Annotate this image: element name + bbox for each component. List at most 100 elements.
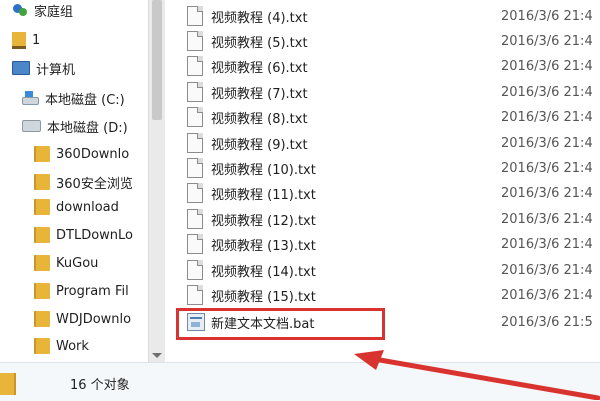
text-file-icon (187, 82, 203, 102)
expander-icon[interactable] (0, 3, 10, 17)
folder-icon (34, 338, 50, 354)
nav-item-folder[interactable]: Program Fil (0, 279, 148, 303)
text-file-icon (187, 6, 203, 26)
file-name: 视频教程 (7).txt (211, 86, 308, 102)
file-name: 视频教程 (10).txt (211, 162, 316, 178)
text-file-icon (187, 234, 203, 254)
file-row[interactable]: 视频教程 (11).txt 2016/3/6 21:4 (165, 180, 600, 206)
nav-item-label: Work (56, 338, 89, 354)
nav-item-folder[interactable]: WDJDownlo (0, 307, 148, 331)
file-row[interactable]: 视频教程 (6).txt 2016/3/6 21:4 (165, 53, 600, 79)
nav-item-homegroup[interactable]: 家庭组 (0, 0, 148, 22)
expander-icon[interactable] (22, 147, 32, 161)
nav-item-label: 360安全浏览 (56, 176, 133, 192)
nav-item-folder[interactable]: DTLDownLo (0, 223, 148, 247)
file-name: 视频教程 (5).txt (211, 35, 308, 51)
nav-scrollbar[interactable] (148, 0, 165, 362)
expander-icon[interactable] (22, 312, 32, 326)
expander-icon[interactable] (22, 256, 32, 270)
text-file-icon (187, 183, 203, 203)
scroll-down-arrow-icon[interactable] (152, 353, 162, 358)
file-name: 视频教程 (11).txt (211, 187, 316, 203)
navigation-pane: 家庭组 1 计算机 本地磁盘 (C:) 本地磁盘 (D:) 360Downlo … (0, 0, 148, 362)
file-row-bat[interactable]: 新建文本文档.bat 2016/3/6 21:5 (165, 309, 600, 335)
nav-item-drive-d[interactable]: 本地磁盘 (D:) (0, 114, 148, 138)
nav-item-library-1[interactable]: 1 (0, 28, 148, 52)
file-list: 视频教程 (4).txt 2016/3/6 21:4 视频教程 (5).txt … (165, 0, 600, 362)
nav-item-folder[interactable]: Work (0, 334, 148, 358)
file-date: 2016/3/6 21:4 (501, 160, 593, 176)
file-row[interactable]: 视频教程 (12).txt 2016/3/6 21:4 (165, 206, 600, 232)
file-date: 2016/3/6 21:4 (501, 236, 593, 252)
text-file-icon (187, 107, 203, 127)
folder-icon (34, 283, 50, 299)
file-date: 2016/3/6 21:4 (501, 135, 593, 151)
file-date: 2016/3/6 21:4 (501, 287, 593, 303)
batch-file-icon (187, 313, 205, 331)
text-file-icon (187, 133, 203, 153)
nav-item-folder[interactable]: download (0, 195, 148, 219)
file-row[interactable]: 视频教程 (10).txt 2016/3/6 21:4 (165, 155, 600, 181)
folder-icon (34, 174, 50, 190)
nav-item-label: 1 (32, 32, 41, 48)
file-date: 2016/3/6 21:4 (501, 8, 593, 24)
nav-item-folder[interactable]: 360安全浏览 (0, 170, 148, 194)
nav-item-label: 家庭组 (34, 4, 74, 20)
file-row[interactable]: 视频教程 (13).txt 2016/3/6 21:4 (165, 231, 600, 257)
drive-c-icon (22, 91, 39, 105)
folder-icon (34, 227, 50, 243)
nav-item-computer[interactable]: 计算机 (0, 56, 148, 80)
file-name: 视频教程 (14).txt (211, 264, 316, 280)
file-date: 2016/3/6 21:4 (501, 211, 593, 227)
expander-icon[interactable] (22, 228, 32, 242)
drive-d-icon (22, 120, 41, 132)
nav-item-label: 本地磁盘 (D:) (47, 120, 128, 136)
folder-icon (34, 199, 50, 215)
text-file-icon (187, 260, 203, 280)
file-row[interactable]: 视频教程 (14).txt 2016/3/6 21:4 (165, 257, 600, 283)
file-date: 2016/3/6 21:4 (501, 262, 593, 278)
expander-icon[interactable] (10, 91, 20, 105)
file-date: 2016/3/6 21:4 (501, 84, 593, 100)
text-file-icon (187, 285, 203, 305)
nav-item-label: 360Downlo (56, 146, 130, 162)
text-file-icon (187, 158, 203, 178)
file-date: 2016/3/6 21:4 (501, 185, 593, 201)
item-count: 16 个对象 (70, 378, 130, 393)
file-row[interactable]: 视频教程 (7).txt 2016/3/6 21:4 (165, 79, 600, 105)
file-name: 视频教程 (9).txt (211, 137, 308, 153)
file-name: 视频教程 (4).txt (211, 10, 308, 26)
scrollbar-thumb[interactable] (152, 0, 162, 120)
nav-item-drive-c[interactable]: 本地磁盘 (C:) (0, 86, 148, 110)
file-row[interactable]: 视频教程 (9).txt 2016/3/6 21:4 (165, 130, 600, 156)
expander-icon[interactable] (22, 175, 32, 189)
expander-icon[interactable] (22, 200, 32, 214)
homegroup-icon (12, 3, 28, 17)
file-row[interactable]: 视频教程 (5).txt 2016/3/6 21:4 (165, 28, 600, 54)
library-icon (12, 31, 26, 49)
folder-icon (34, 255, 50, 271)
computer-icon (12, 61, 30, 75)
file-date: 2016/3/6 21:4 (501, 58, 593, 74)
nav-item-folder[interactable]: 360Downlo (0, 142, 148, 166)
expander-icon[interactable] (22, 339, 32, 353)
status-bar: 16 个对象 (0, 362, 600, 401)
expander-icon[interactable] (22, 284, 32, 298)
file-name: 视频教程 (15).txt (211, 289, 316, 305)
expander-icon[interactable] (0, 33, 10, 47)
file-row[interactable]: 视频教程 (4).txt 2016/3/6 21:4 (165, 3, 600, 29)
expander-icon[interactable] (10, 119, 20, 133)
expander-icon[interactable] (0, 61, 10, 75)
nav-item-label: DTLDownLo (56, 227, 133, 243)
text-file-icon (187, 56, 203, 76)
file-row[interactable]: 视频教程 (15).txt 2016/3/6 21:4 (165, 282, 600, 308)
file-name: 新建文本文档.bat (211, 316, 315, 332)
file-row[interactable]: 视频教程 (8).txt 2016/3/6 21:4 (165, 104, 600, 130)
folder-icon (34, 311, 50, 327)
nav-item-label: download (56, 199, 119, 215)
folder-icon (34, 146, 50, 162)
nav-item-folder[interactable]: KuGou (0, 251, 148, 275)
nav-item-label: Program Fil (56, 283, 129, 299)
file-date: 2016/3/6 21:5 (501, 314, 593, 330)
file-name: 视频教程 (13).txt (211, 238, 316, 254)
